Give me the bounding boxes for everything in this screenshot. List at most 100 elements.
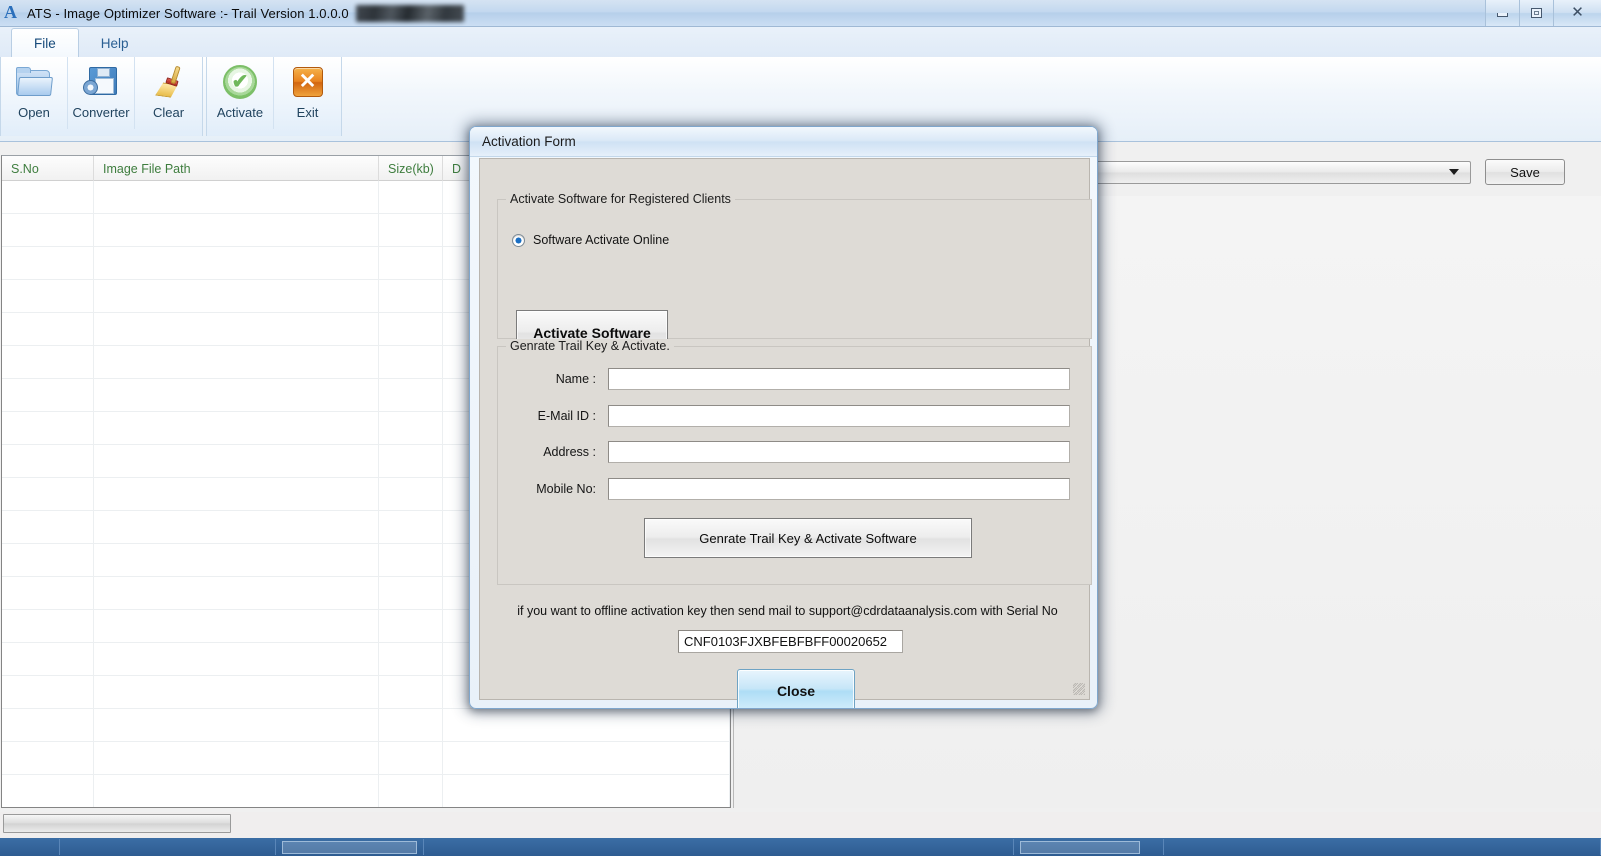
table-cell[interactable]: [2, 379, 94, 412]
table-cell[interactable]: [94, 379, 379, 412]
table-cell[interactable]: [94, 445, 379, 478]
table-cell[interactable]: [379, 643, 443, 676]
activation-form-dialog: Activation Form Activate Software for Re…: [469, 126, 1098, 709]
table-cell[interactable]: [2, 247, 94, 280]
table-cell[interactable]: [2, 709, 94, 742]
table-cell[interactable]: [379, 478, 443, 511]
activate-button[interactable]: ✔ Activate: [207, 57, 274, 129]
table-cell[interactable]: [2, 214, 94, 247]
table-cell[interactable]: [379, 280, 443, 313]
restore-button[interactable]: [1519, 0, 1553, 26]
table-cell[interactable]: [94, 742, 379, 775]
save-button[interactable]: Save: [1485, 159, 1565, 185]
table-cell[interactable]: [94, 610, 379, 643]
table-cell[interactable]: [2, 643, 94, 676]
table-cell[interactable]: [94, 676, 379, 709]
table-cell[interactable]: [94, 577, 379, 610]
a-logo-icon: A: [4, 2, 17, 22]
table-cell[interactable]: [94, 643, 379, 676]
table-cell[interactable]: [94, 511, 379, 544]
table-row[interactable]: [2, 709, 730, 742]
converter-button[interactable]: Converter: [68, 57, 135, 129]
table-cell[interactable]: [94, 709, 379, 742]
table-cell[interactable]: [2, 775, 94, 807]
table-cell[interactable]: [94, 280, 379, 313]
table-row[interactable]: [2, 742, 730, 775]
email-label: E-Mail ID :: [537, 409, 596, 423]
table-cell[interactable]: [379, 313, 443, 346]
clear-button[interactable]: Clear: [135, 57, 202, 129]
tab-file[interactable]: File: [11, 28, 79, 58]
table-cell[interactable]: [2, 181, 94, 214]
dialog-close-button[interactable]: Close: [737, 669, 855, 708]
table-cell[interactable]: [379, 775, 443, 807]
grid-column-sno[interactable]: S.No: [2, 156, 94, 181]
table-cell[interactable]: [379, 445, 443, 478]
email-input[interactable]: [608, 405, 1070, 427]
minimize-button[interactable]: [1485, 0, 1519, 26]
address-input[interactable]: [608, 441, 1070, 463]
table-row[interactable]: [2, 775, 730, 807]
generate-trial-key-button[interactable]: Genrate Trail Key & Activate Software: [644, 518, 972, 558]
table-cell[interactable]: [379, 577, 443, 610]
table-cell[interactable]: [94, 181, 379, 214]
name-input[interactable]: [608, 368, 1070, 390]
table-cell[interactable]: [2, 511, 94, 544]
table-cell[interactable]: [94, 313, 379, 346]
name-field-row: Name :: [498, 368, 1070, 390]
software-activate-online-radio-row[interactable]: Software Activate Online: [512, 233, 669, 247]
table-cell[interactable]: [379, 247, 443, 280]
table-cell[interactable]: [2, 544, 94, 577]
table-cell[interactable]: [379, 511, 443, 544]
chevron-down-icon[interactable]: [1449, 169, 1459, 175]
close-button[interactable]: ✕: [1553, 0, 1601, 26]
table-cell[interactable]: [94, 478, 379, 511]
table-cell[interactable]: [94, 346, 379, 379]
table-cell[interactable]: [379, 412, 443, 445]
table-cell[interactable]: [94, 775, 379, 807]
table-cell[interactable]: [443, 742, 730, 775]
table-cell[interactable]: [2, 577, 94, 610]
table-cell[interactable]: [443, 775, 730, 807]
table-cell[interactable]: [2, 346, 94, 379]
radio-selected-icon[interactable]: [512, 233, 525, 247]
exit-button[interactable]: ✕ Exit: [274, 57, 341, 129]
table-cell[interactable]: [379, 709, 443, 742]
dialog-body: Activate Software for Registered Clients…: [479, 158, 1092, 708]
h-scroll-thumb[interactable]: [3, 814, 231, 833]
table-cell[interactable]: [94, 247, 379, 280]
grid-column-file-path[interactable]: Image File Path: [94, 156, 379, 181]
table-cell[interactable]: [443, 709, 730, 742]
table-cell[interactable]: [379, 742, 443, 775]
dialog-resize-grip[interactable]: [1073, 683, 1085, 695]
table-cell[interactable]: [2, 742, 94, 775]
tab-help[interactable]: Help: [79, 28, 151, 58]
converter-button-label: Converter: [72, 105, 130, 120]
table-cell[interactable]: [379, 610, 443, 643]
table-cell[interactable]: [2, 280, 94, 313]
grid-column-size[interactable]: Size(kb): [379, 156, 443, 181]
generate-trial-key-button-label: Genrate Trail Key & Activate Software: [699, 530, 917, 546]
table-cell[interactable]: [2, 610, 94, 643]
green-check-circle-icon: ✔: [223, 62, 257, 102]
horizontal-scrollbar-track[interactable]: [0, 812, 1601, 838]
table-cell[interactable]: [379, 346, 443, 379]
table-cell[interactable]: [94, 544, 379, 577]
table-cell[interactable]: [94, 214, 379, 247]
table-cell[interactable]: [379, 214, 443, 247]
table-cell[interactable]: [94, 412, 379, 445]
serial-number-input[interactable]: [678, 630, 903, 653]
table-cell[interactable]: [2, 412, 94, 445]
folder-open-icon: [15, 62, 53, 102]
table-cell[interactable]: [2, 313, 94, 346]
table-cell[interactable]: [2, 676, 94, 709]
mobile-input[interactable]: [608, 478, 1070, 500]
mobile-field-row: Mobile No:: [498, 478, 1070, 500]
table-cell[interactable]: [2, 445, 94, 478]
table-cell[interactable]: [379, 181, 443, 214]
open-button[interactable]: Open: [1, 57, 68, 129]
table-cell[interactable]: [379, 544, 443, 577]
table-cell[interactable]: [2, 478, 94, 511]
table-cell[interactable]: [379, 676, 443, 709]
table-cell[interactable]: [379, 379, 443, 412]
